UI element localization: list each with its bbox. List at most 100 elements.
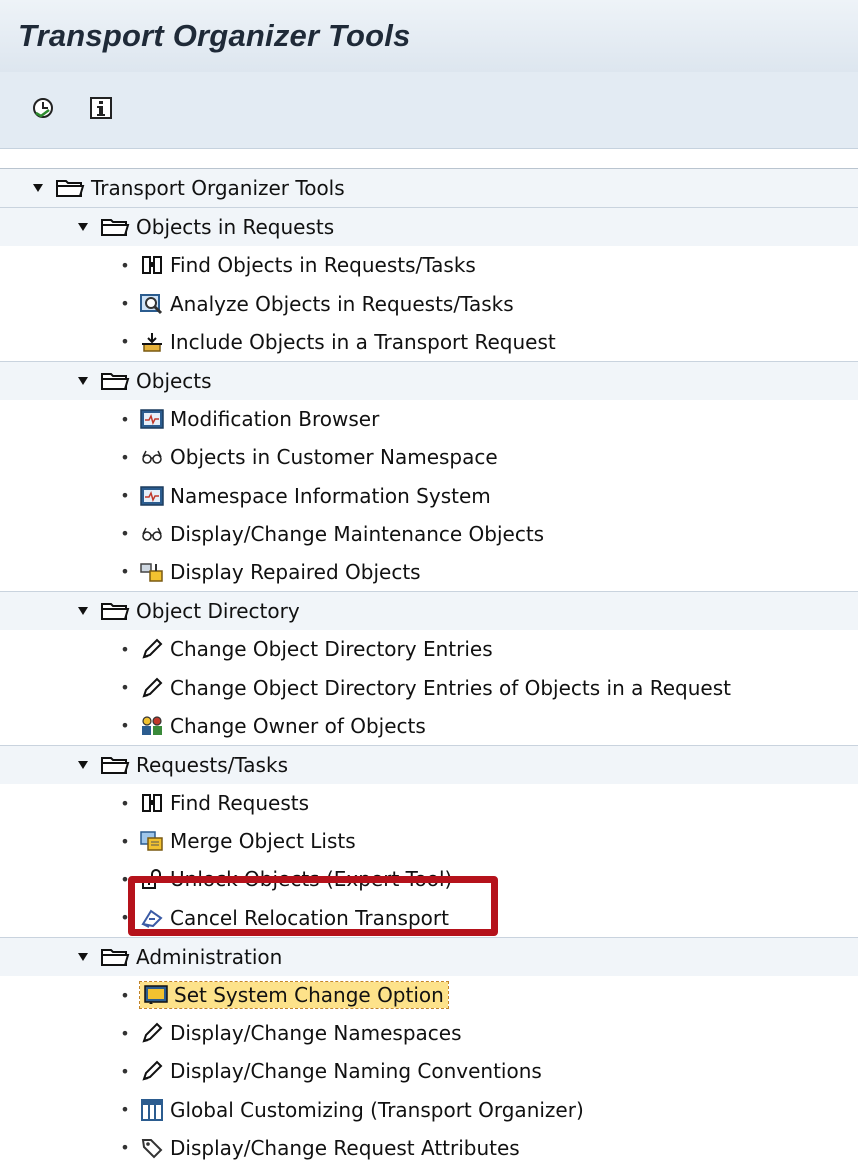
- bullet-dot-icon: •: [120, 524, 130, 544]
- tree-leaf-item[interactable]: • Change Owner of Objects: [0, 707, 858, 745]
- glasses-icon: [140, 523, 164, 545]
- leaf-label: Set System Change Option: [174, 983, 444, 1008]
- bullet-dot-icon: •: [120, 716, 130, 736]
- execute-clock-icon[interactable]: [31, 96, 55, 120]
- leaf-label: Change Owner of Objects: [170, 713, 426, 738]
- bullet-dot-icon: •: [120, 793, 130, 813]
- leaf-label: Display/Change Naming Conventions: [170, 1059, 542, 1084]
- title-bar: Transport Organizer Tools: [0, 0, 858, 72]
- browser-chart-icon: [140, 408, 164, 430]
- leaf-label: Namespace Information System: [170, 483, 491, 508]
- bullet-dot-icon: •: [120, 255, 130, 275]
- bullet-dot-icon: •: [120, 562, 130, 582]
- leaf-label: Display/Change Request Attributes: [170, 1135, 520, 1160]
- tree-leaf-item[interactable]: • Find Objects in Requests/Tasks: [0, 246, 858, 284]
- tree-leaf-item[interactable]: • Set System Change Option: [0, 976, 858, 1014]
- browser-chart-icon: [140, 485, 164, 507]
- system-change-icon: [144, 984, 168, 1006]
- bullet-dot-icon: •: [120, 678, 130, 698]
- folder-open-icon: [100, 216, 130, 238]
- page-title: Transport Organizer Tools: [18, 18, 411, 53]
- bullet-dot-icon: •: [120, 332, 130, 352]
- tree-group-node[interactable]: Object Directory: [0, 591, 858, 631]
- tree-leaf-item[interactable]: • Unlock Objects (Expert Tool): [0, 860, 858, 898]
- tree-root-node[interactable]: Transport Organizer Tools: [0, 168, 858, 208]
- node-label: Transport Organizer Tools: [91, 176, 345, 201]
- leaf-label: Find Objects in Requests/Tasks: [170, 253, 476, 278]
- tree-leaf-item[interactable]: • Display/Change Request Attributes: [0, 1129, 858, 1167]
- pencil-icon: [140, 638, 164, 660]
- leaf-label: Analyze Objects in Requests/Tasks: [170, 291, 514, 316]
- binoculars-icon: [140, 792, 164, 814]
- expand-caret-icon[interactable]: [31, 183, 45, 193]
- tree-leaf-item[interactable]: • Display/Change Naming Conventions: [0, 1052, 858, 1090]
- include-arrow-icon: [140, 331, 164, 353]
- separator: [0, 149, 858, 166]
- tree-leaf-item[interactable]: • Merge Object Lists: [0, 822, 858, 860]
- information-icon[interactable]: [89, 96, 113, 120]
- folder-open-icon: [100, 600, 130, 622]
- cancel-relocation-icon: [140, 907, 164, 929]
- bullet-dot-icon: •: [120, 447, 130, 467]
- tree-leaf-item[interactable]: • Namespace Information System: [0, 477, 858, 515]
- glasses-icon: [140, 446, 164, 468]
- repaired-objects-icon: [140, 561, 164, 583]
- folder-open-icon: [100, 370, 130, 392]
- tree-group-node[interactable]: Objects: [0, 360, 858, 401]
- bullet-dot-icon: •: [120, 486, 130, 506]
- node-label: Requests/Tasks: [136, 752, 288, 777]
- node-label: Objects: [136, 369, 212, 394]
- node-label: Administration: [136, 944, 283, 969]
- expand-caret-icon[interactable]: [76, 222, 90, 232]
- leaf-label: Merge Object Lists: [170, 829, 356, 854]
- expand-caret-icon[interactable]: [76, 760, 90, 770]
- bullet-dot-icon: •: [120, 639, 130, 659]
- bullet-dot-icon: •: [120, 908, 130, 928]
- tree-leaf-item[interactable]: • Cancel Relocation Transport: [0, 899, 858, 937]
- tree-group-node[interactable]: Requests/Tasks: [0, 744, 858, 784]
- tree-leaf-item[interactable]: • Global Customizing (Transport Organizer…: [0, 1091, 858, 1129]
- bullet-dot-icon: •: [120, 869, 130, 889]
- expand-caret-icon[interactable]: [76, 952, 90, 962]
- leaf-label: Objects in Customer Namespace: [170, 445, 498, 470]
- tree-group-node[interactable]: Objects in Requests: [0, 207, 858, 247]
- tree-leaf-item[interactable]: • Change Object Directory Entries: [0, 630, 858, 668]
- expand-caret-icon[interactable]: [76, 606, 90, 616]
- bullet-dot-icon: •: [120, 985, 130, 1005]
- tree-leaf-item[interactable]: • Display Repaired Objects: [0, 553, 858, 591]
- tree-leaf-item[interactable]: • Display/Change Namespaces: [0, 1014, 858, 1052]
- table-grid-icon: [140, 1098, 164, 1121]
- leaf-label: Unlock Objects (Expert Tool): [170, 867, 453, 892]
- tree-group-node[interactable]: Administration: [0, 936, 858, 976]
- tree-leaf-item[interactable]: • Analyze Objects in Requests/Tasks: [0, 285, 858, 323]
- leaf-label: Find Requests: [170, 791, 309, 816]
- tree-leaf-item[interactable]: • Modification Browser: [0, 400, 858, 438]
- tree-leaf-item[interactable]: • Find Requests: [0, 784, 858, 822]
- expand-caret-icon[interactable]: [76, 376, 90, 386]
- folder-open-icon: [100, 754, 130, 776]
- bullet-dot-icon: •: [120, 409, 130, 429]
- leaf-label: Cancel Relocation Transport: [170, 905, 449, 930]
- leaf-label: Display/Change Namespaces: [170, 1021, 462, 1046]
- application-toolbar: [0, 72, 858, 149]
- leaf-label: Display/Change Maintenance Objects: [170, 521, 545, 546]
- pencil-icon: [140, 1022, 164, 1044]
- tree-leaf-item[interactable]: • Objects in Customer Namespace: [0, 438, 858, 476]
- leaf-label: Modification Browser: [170, 407, 380, 432]
- bullet-dot-icon: •: [120, 1023, 130, 1043]
- padlock-open-icon: [140, 868, 164, 890]
- merge-lists-icon: [140, 830, 164, 852]
- selected-item[interactable]: Set System Change Option: [139, 981, 449, 1010]
- binoculars-icon: [140, 254, 164, 276]
- pencil-icon: [140, 677, 164, 699]
- leaf-label: Display Repaired Objects: [170, 559, 421, 584]
- tree-leaf-item[interactable]: • Display/Change Maintenance Objects: [0, 515, 858, 553]
- leaf-label: Change Object Directory Entries of Objec…: [170, 675, 731, 700]
- pencil-icon: [140, 1060, 164, 1082]
- tree-leaf-item[interactable]: • Include Objects in a Transport Request: [0, 323, 858, 361]
- bullet-dot-icon: •: [120, 294, 130, 314]
- bullet-dot-icon: •: [120, 1138, 130, 1158]
- leaf-label: Global Customizing (Transport Organizer): [170, 1097, 584, 1122]
- analyze-icon: [140, 293, 164, 315]
- tree-leaf-item[interactable]: • Change Object Directory Entries of Obje…: [0, 668, 858, 706]
